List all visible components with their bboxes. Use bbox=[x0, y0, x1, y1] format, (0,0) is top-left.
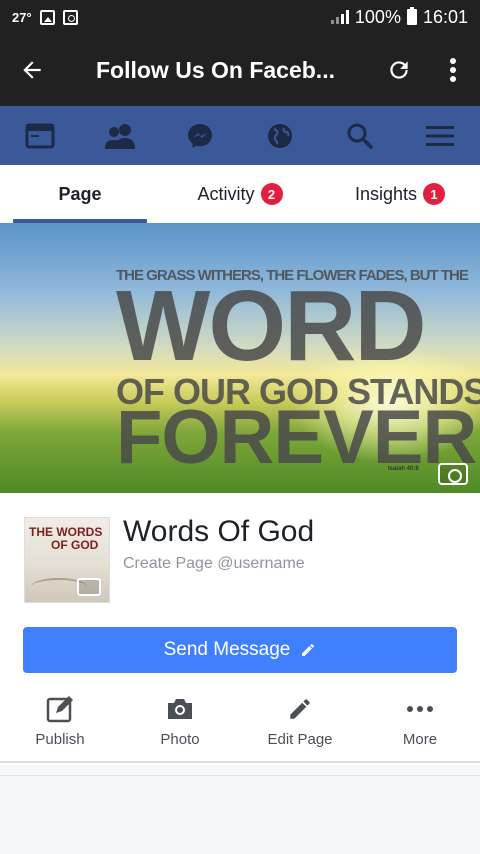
publish-icon bbox=[45, 695, 75, 723]
activity-badge: 2 bbox=[260, 183, 283, 205]
nav-search[interactable] bbox=[330, 106, 390, 165]
more-vertical-icon bbox=[450, 58, 456, 82]
nav-news-feed[interactable] bbox=[10, 106, 70, 165]
globe-icon bbox=[268, 123, 292, 148]
page-actions: Publish Photo Edit Page More bbox=[0, 695, 480, 759]
tab-page[interactable]: Page bbox=[0, 165, 160, 223]
pencil-icon bbox=[302, 643, 315, 656]
page-info: THE WORDS OF GOD Words Of God Create Pag… bbox=[0, 493, 480, 765]
photo-button[interactable]: Photo bbox=[120, 695, 240, 759]
messenger-icon bbox=[188, 123, 212, 148]
calendar-notification-icon bbox=[62, 9, 78, 25]
action-label: Publish bbox=[35, 731, 85, 748]
tab-insights[interactable]: Insights 1 bbox=[320, 165, 480, 223]
gallery-notification-icon bbox=[39, 9, 55, 25]
nav-menu[interactable] bbox=[410, 106, 470, 165]
camera-icon[interactable] bbox=[438, 463, 468, 485]
action-label: More bbox=[402, 731, 438, 748]
send-message-label: Send Message bbox=[163, 639, 291, 660]
insights-badge: 1 bbox=[423, 183, 446, 205]
profile-picture-text: THE WORDS OF GOD bbox=[29, 526, 102, 552]
publish-button[interactable]: Publish bbox=[0, 695, 120, 759]
action-label: Photo bbox=[160, 731, 200, 748]
app-bar: Follow Us On Faceb... bbox=[0, 34, 480, 106]
more-button[interactable]: More bbox=[360, 695, 480, 759]
temperature: 27° bbox=[12, 9, 32, 25]
battery-icon bbox=[406, 7, 417, 25]
page-title: Words Of God bbox=[123, 515, 315, 548]
app-title: Follow Us On Faceb... bbox=[96, 56, 335, 83]
nav-messenger[interactable] bbox=[170, 106, 230, 165]
friends-icon bbox=[105, 123, 135, 149]
tab-label: Activity bbox=[197, 183, 255, 204]
refresh-icon bbox=[390, 61, 408, 79]
camera-icon bbox=[165, 695, 195, 723]
arrow-left-icon bbox=[23, 61, 41, 79]
create-username-link[interactable]: Create Page @username bbox=[123, 555, 305, 573]
cover-photo[interactable]: THE GRASS WITHERS, THE FLOWER FADES, BUT… bbox=[0, 223, 480, 493]
pencil-icon bbox=[285, 695, 315, 723]
nav-friends[interactable] bbox=[90, 106, 150, 165]
news-feed-icon bbox=[25, 123, 55, 148]
cover-reference: Isaiah 40:8 bbox=[388, 466, 419, 472]
cover-text-forever: FOREVER bbox=[116, 395, 477, 480]
action-label: Edit Page bbox=[267, 731, 333, 748]
search-icon bbox=[347, 123, 373, 149]
profile-text-line: OF GOD bbox=[51, 538, 99, 552]
signal-icon bbox=[330, 10, 349, 24]
edit-page-button[interactable]: Edit Page bbox=[240, 695, 360, 759]
tab-activity[interactable]: Activity 2 bbox=[160, 165, 320, 223]
refresh-button[interactable] bbox=[372, 34, 426, 106]
tab-label: Page bbox=[58, 183, 102, 204]
profile-picture[interactable]: THE WORDS OF GOD bbox=[24, 517, 110, 603]
battery-percent: 100% bbox=[354, 6, 401, 27]
divider bbox=[0, 761, 480, 763]
status-bar: 27° 100% 16:01 bbox=[0, 0, 480, 34]
overflow-menu-button[interactable] bbox=[426, 34, 480, 106]
clock: 16:01 bbox=[422, 6, 468, 27]
more-horizontal-icon bbox=[405, 695, 435, 723]
facebook-nav-bar bbox=[0, 106, 480, 165]
cover-text-word: WORD bbox=[116, 270, 427, 382]
tab-label: Insights bbox=[354, 183, 418, 204]
menu-icon bbox=[426, 125, 454, 146]
camera-icon[interactable] bbox=[77, 578, 101, 596]
nav-notifications[interactable] bbox=[250, 106, 310, 165]
send-message-button[interactable]: Send Message bbox=[23, 627, 457, 673]
page-tabs: Page Activity 2 Insights 1 bbox=[0, 165, 480, 223]
back-button[interactable] bbox=[0, 34, 64, 106]
feed-area bbox=[0, 775, 480, 854]
